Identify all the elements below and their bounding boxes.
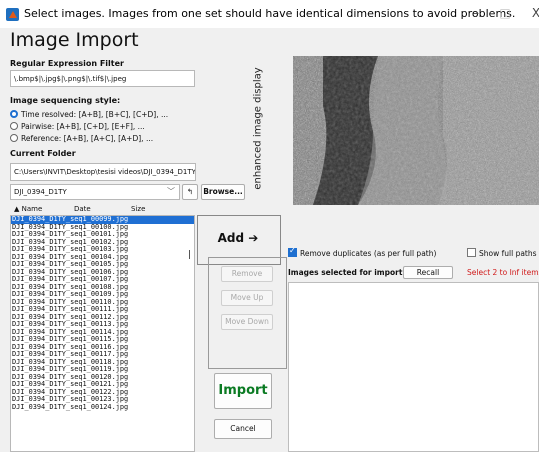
maximize-button[interactable]: □ — [495, 4, 515, 22]
folder-dropdown[interactable]: DJI_0394_D1TY ﹀ — [10, 184, 180, 200]
column-date-header[interactable]: Date — [74, 205, 91, 213]
selection-hint: Select 2 to Inf items. — [467, 268, 539, 277]
cancel-button[interactable]: Cancel — [214, 419, 272, 439]
radio-indicator[interactable] — [10, 134, 18, 142]
folder-path-input[interactable]: C:\Users\INVIT\Desktop\tesisi videos\DJI… — [10, 163, 196, 181]
list-splitter-handle[interactable] — [189, 250, 190, 259]
move-down-button[interactable]: Move Down — [221, 314, 273, 330]
recall-button[interactable]: Recall — [403, 266, 453, 279]
current-folder-label: Current Folder — [10, 149, 76, 158]
page-title: Image Import — [10, 29, 139, 51]
move-up-button[interactable]: Move Up — [221, 290, 273, 306]
title-bar: Select images. Images from one set shoul… — [0, 0, 539, 28]
remove-button[interactable]: Remove — [221, 266, 273, 282]
remove-duplicates-option[interactable]: Remove duplicates (as per full path) — [288, 246, 436, 258]
radio-pairwise[interactable]: Pairwise: [A+B], [C+D], [E+F], ... — [10, 122, 145, 131]
image-display-label: enhanced image display — [252, 67, 264, 190]
selected-images-label: Images selected for import — [288, 268, 403, 277]
regex-input[interactable]: \.bmp$|\.jpg$|\.png$|\.tif$|\.jpeg — [10, 70, 195, 87]
river-aerial-image — [293, 56, 539, 205]
remove-duplicates-checkbox[interactable] — [288, 246, 297, 257]
selected-images-list[interactable] — [288, 282, 539, 452]
import-button[interactable]: Import — [214, 373, 272, 409]
folder-up-button[interactable]: ↰ — [182, 184, 198, 200]
file-list-item[interactable]: DJI_0394_D1TY_seq1_00124.jpg — [11, 403, 194, 412]
image-display-label-container: enhanced image display — [250, 60, 264, 200]
radio-reference[interactable]: Reference: [A+B], [A+C], [A+D], ... — [10, 134, 153, 143]
show-full-paths-option[interactable]: Show full paths — [467, 248, 537, 258]
add-button[interactable]: Add ➔ — [202, 221, 274, 257]
window-title: Select images. Images from one set shoul… — [24, 7, 516, 20]
radio-indicator[interactable] — [10, 122, 18, 130]
sequencing-label: Image sequencing style: — [10, 96, 121, 105]
matlab-app-icon — [6, 8, 19, 21]
radio-time-resolved[interactable]: Time resolved: [A+B], [B+C], [C+D], ... — [10, 110, 168, 119]
show-full-paths-checkbox[interactable] — [467, 248, 476, 257]
close-button[interactable]: X — [526, 4, 539, 22]
browse-button[interactable]: Browse... — [201, 184, 245, 200]
regex-label: Regular Expression Filter — [10, 59, 124, 68]
chevron-down-icon: ﹀ — [167, 187, 175, 196]
column-size-header[interactable]: Size — [131, 205, 145, 213]
file-list[interactable]: DJI_0394_D1TY_seq1_00099.jpg DJI_0394_D1T… — [10, 215, 195, 452]
radio-indicator[interactable] — [10, 110, 18, 118]
enhanced-image-display — [293, 56, 539, 205]
column-name-header[interactable]: ▲ Name — [14, 205, 42, 213]
minimize-button[interactable]: – — [466, 4, 486, 22]
